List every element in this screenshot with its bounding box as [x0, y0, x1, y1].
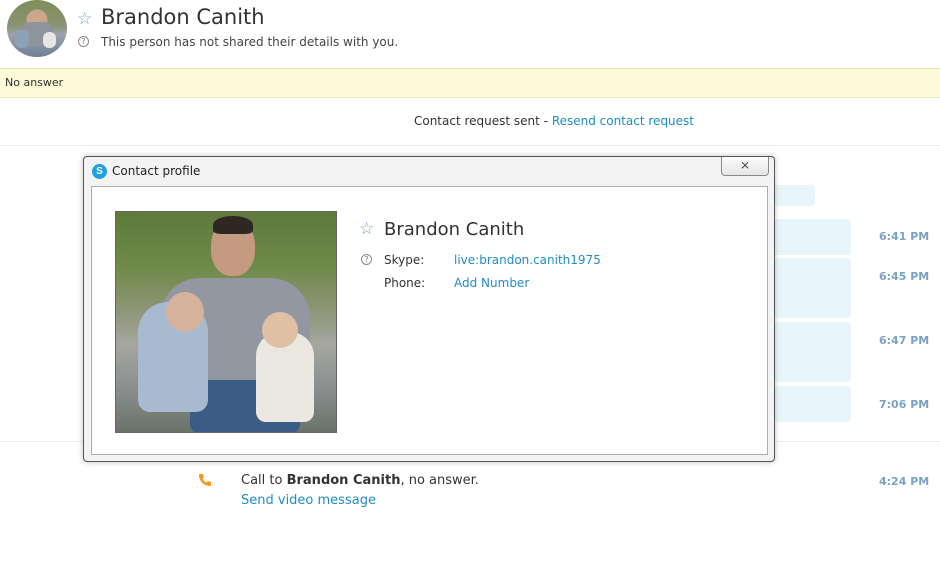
- profile-content: ☆ Brandon Canith ? Skype: live:brandon.c…: [91, 186, 768, 455]
- banner-text: No answer: [5, 76, 64, 89]
- close-button[interactable]: ⨯: [721, 157, 769, 176]
- call-status-banner: No answer: [0, 68, 940, 98]
- call-prefix: Call to: [241, 473, 287, 488]
- profile-name: Brandon Canith: [384, 219, 525, 240]
- message-timestamp: 6:45 PM: [879, 270, 930, 283]
- skype-logo-icon: S: [92, 164, 107, 179]
- question-icon: ?: [361, 254, 372, 265]
- skype-id-link[interactable]: live:brandon.canith1975: [454, 253, 601, 267]
- send-video-message-link[interactable]: Send video message: [241, 493, 376, 508]
- message-timestamp: 6:47 PM: [879, 334, 930, 347]
- dialog-titlebar[interactable]: S Contact profile ⨯: [84, 157, 774, 185]
- contact-status-text: This person has not shared their details…: [101, 35, 399, 49]
- call-suffix: , no answer.: [400, 473, 479, 488]
- call-event-text: Call to Brandon Canith, no answer.: [241, 473, 479, 488]
- call-timestamp: 4:24 PM: [879, 475, 930, 488]
- question-icon: ?: [78, 36, 89, 47]
- contact-profile-dialog: S Contact profile ⨯ ☆ Brandon Canith ? S…: [83, 156, 775, 462]
- message-timestamp: 7:06 PM: [879, 398, 930, 411]
- favorite-star-icon[interactable]: ☆: [77, 10, 92, 27]
- conversation-header: ☆ Brandon Canith ? This person has not s…: [0, 0, 940, 68]
- divider: [0, 145, 940, 146]
- favorite-star-icon[interactable]: ☆: [359, 220, 374, 237]
- resend-contact-request-link[interactable]: Resend contact request: [552, 114, 694, 128]
- contact-avatar[interactable]: [7, 0, 67, 57]
- profile-photo: [115, 211, 337, 433]
- request-sent-text: Contact request sent -: [413, 114, 552, 128]
- dialog-title: Contact profile: [112, 164, 201, 178]
- message-timestamp: 6:41 PM: [879, 230, 930, 243]
- add-number-link[interactable]: Add Number: [454, 276, 529, 290]
- contact-name-heading[interactable]: Brandon Canith: [101, 5, 265, 29]
- phone-label: Phone:: [384, 276, 426, 290]
- phone-icon: [198, 473, 212, 490]
- call-contact-name: Brandon Canith: [286, 473, 401, 488]
- contact-request-line: Contact request sent - Resend contact re…: [0, 114, 940, 128]
- skype-label: Skype:: [384, 253, 425, 267]
